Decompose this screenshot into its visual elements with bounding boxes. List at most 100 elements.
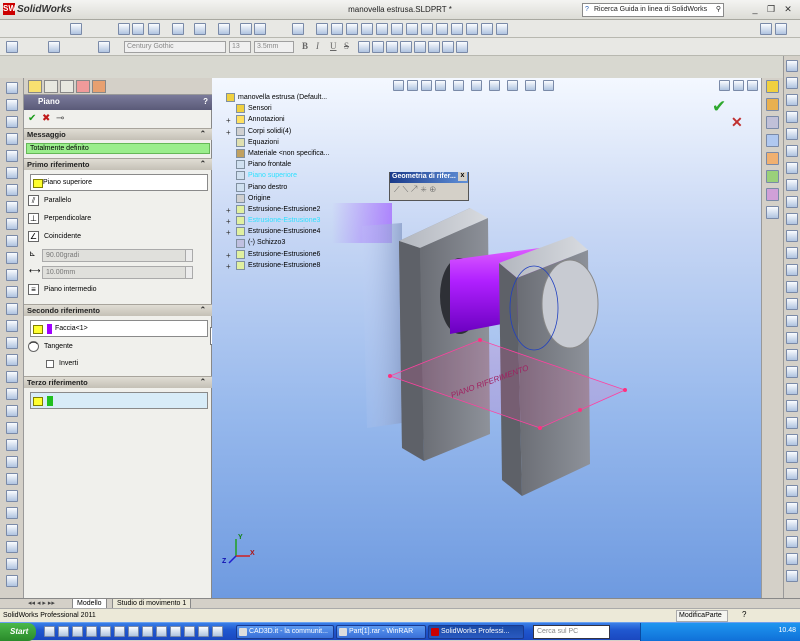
sketch-tool-icon[interactable] xyxy=(6,490,18,502)
undo-icon[interactable] xyxy=(194,23,206,35)
font-height-input[interactable]: 3.5mm xyxy=(254,41,294,53)
plane-handle[interactable] xyxy=(578,408,582,412)
sketch-tool-icon[interactable] xyxy=(6,150,18,162)
shaded-icon[interactable] xyxy=(376,23,388,35)
checkbox[interactable] xyxy=(46,359,54,368)
tree-item[interactable]: Sensori xyxy=(226,103,330,114)
pan-icon[interactable] xyxy=(481,23,493,35)
feature-tool-icon[interactable] xyxy=(786,451,798,463)
feature-tool-icon[interactable] xyxy=(786,128,798,140)
confirm-ok-icon[interactable]: ✔ xyxy=(712,97,726,117)
quicklaunch-icon[interactable] xyxy=(58,626,69,637)
collapse-icon[interactable]: ⌃ xyxy=(200,305,206,314)
right-view-icon[interactable] xyxy=(346,23,358,35)
help-search-field[interactable]: ? Ricerca Guida in linea di SolidWorks ⚲ xyxy=(582,3,724,17)
property-manager-tab-icon[interactable] xyxy=(44,80,58,93)
section-view-icon[interactable] xyxy=(421,23,433,35)
feature-tool-icon[interactable] xyxy=(786,536,798,548)
display-manager-tab-icon[interactable] xyxy=(92,80,106,93)
pin-button[interactable]: ⊸ xyxy=(56,113,64,124)
sketch-tool-icon[interactable] xyxy=(6,371,18,383)
feature-tool-icon[interactable] xyxy=(786,417,798,429)
tree-item[interactable]: Origine xyxy=(226,193,330,204)
front-view-icon[interactable] xyxy=(316,23,328,35)
sketch-tool-icon[interactable] xyxy=(6,201,18,213)
top-view-icon[interactable] xyxy=(331,23,343,35)
feature-tool-icon[interactable] xyxy=(786,332,798,344)
sketch-tool-icon[interactable] xyxy=(6,558,18,570)
confirm-cancel-icon[interactable]: ✕ xyxy=(731,114,743,131)
sketch-tool-icon[interactable] xyxy=(6,184,18,196)
appearances-icon[interactable] xyxy=(766,170,779,183)
align-center-icon[interactable] xyxy=(372,41,384,53)
close-button[interactable]: ✕ xyxy=(781,3,795,16)
wireframe-icon[interactable] xyxy=(391,23,403,35)
minimize-button[interactable]: _ xyxy=(748,3,762,16)
select-icon[interactable] xyxy=(218,23,230,35)
align-right-icon[interactable] xyxy=(386,41,398,53)
tree-item[interactable]: (-) Schizzo3 xyxy=(226,237,330,248)
feature-tool-icon[interactable] xyxy=(786,434,798,446)
quicklaunch-icon[interactable] xyxy=(212,626,223,637)
feature-tool-icon[interactable] xyxy=(786,145,798,157)
pointer-icon[interactable] xyxy=(6,41,18,53)
feature-tool-icon[interactable] xyxy=(786,366,798,378)
tangent-option[interactable]: ⌒ Tangente xyxy=(28,339,73,354)
collapse-icon[interactable]: ⌃ xyxy=(200,377,206,386)
sketch-tool-icon[interactable] xyxy=(6,82,18,94)
taskbar-item-winrar[interactable]: Part[1].rar - WinRAR xyxy=(336,625,426,639)
file-explorer-icon[interactable] xyxy=(766,116,779,129)
taskbar-search-input[interactable]: Cerca sul PC xyxy=(533,625,610,639)
tree-item[interactable]: + Estrusione-Estrusione2 xyxy=(226,204,330,215)
align-justify-icon[interactable] xyxy=(400,41,412,53)
window-minimize-icon[interactable] xyxy=(760,23,772,35)
feature-tool-icon[interactable] xyxy=(786,196,798,208)
hidden-lines-icon[interactable] xyxy=(406,23,418,35)
print-icon[interactable] xyxy=(172,23,184,35)
feature-tool-icon[interactable] xyxy=(786,383,798,395)
bold-button[interactable]: B xyxy=(302,41,308,51)
feature-tool-icon[interactable] xyxy=(786,553,798,565)
plane-handle[interactable] xyxy=(538,426,542,430)
plane-handle[interactable] xyxy=(388,374,392,378)
restore-button[interactable]: ❐ xyxy=(764,3,778,16)
sketch-tool-icon[interactable] xyxy=(6,439,18,451)
perpendicular-option[interactable]: ⊥ Perpendicolare xyxy=(28,211,91,226)
taskbar-item-cad3d[interactable]: CAD3D.it - la communit... xyxy=(236,625,334,639)
lights-icon[interactable] xyxy=(496,23,508,35)
sketch-tool-icon[interactable] xyxy=(6,337,18,349)
note-icon[interactable] xyxy=(98,41,110,53)
feature-tool-icon[interactable] xyxy=(786,485,798,497)
feature-tool-icon[interactable] xyxy=(786,247,798,259)
text-border-icon[interactable] xyxy=(428,41,440,53)
feature-tool-icon[interactable] xyxy=(786,264,798,276)
open-icon[interactable] xyxy=(132,23,144,35)
quicklaunch-icon[interactable] xyxy=(198,626,209,637)
sketch-tool-icon[interactable] xyxy=(6,541,18,553)
feature-tool-icon[interactable] xyxy=(786,94,798,106)
second-reference-header[interactable]: Secondo riferimento ⌃ xyxy=(24,304,212,316)
sketch-tool-icon[interactable] xyxy=(6,269,18,281)
custom-properties-icon[interactable] xyxy=(766,188,779,201)
sketch-tool-icon[interactable] xyxy=(6,167,18,179)
tree-item[interactable]: + Estrusione-Estrusione8 xyxy=(226,260,330,271)
search-results-icon[interactable] xyxy=(766,134,779,147)
sketch-tool-icon[interactable] xyxy=(6,99,18,111)
configuration-manager-tab-icon[interactable] xyxy=(60,80,74,93)
sketch-tool-icon[interactable] xyxy=(6,252,18,264)
view-icon[interactable] xyxy=(292,23,304,35)
sketch-tool-icon[interactable] xyxy=(6,524,18,536)
sketch-tool-icon[interactable] xyxy=(6,354,18,366)
feature-tool-icon[interactable] xyxy=(786,111,798,123)
sketch-tool-icon[interactable] xyxy=(6,422,18,434)
sketch-tool-icon[interactable] xyxy=(6,133,18,145)
new-document-icon[interactable] xyxy=(118,23,130,35)
message-section-header[interactable]: Messaggio ⌃ xyxy=(24,128,212,140)
feature-tool-icon[interactable] xyxy=(786,298,798,310)
sketch-tool-icon[interactable] xyxy=(6,303,18,315)
text-fit-icon[interactable] xyxy=(456,41,468,53)
feature-tool-icon[interactable] xyxy=(786,213,798,225)
search-icon[interactable]: ⚲ xyxy=(716,5,721,13)
feature-tool-icon[interactable] xyxy=(786,60,798,72)
third-reference-selection[interactable] xyxy=(30,392,208,409)
